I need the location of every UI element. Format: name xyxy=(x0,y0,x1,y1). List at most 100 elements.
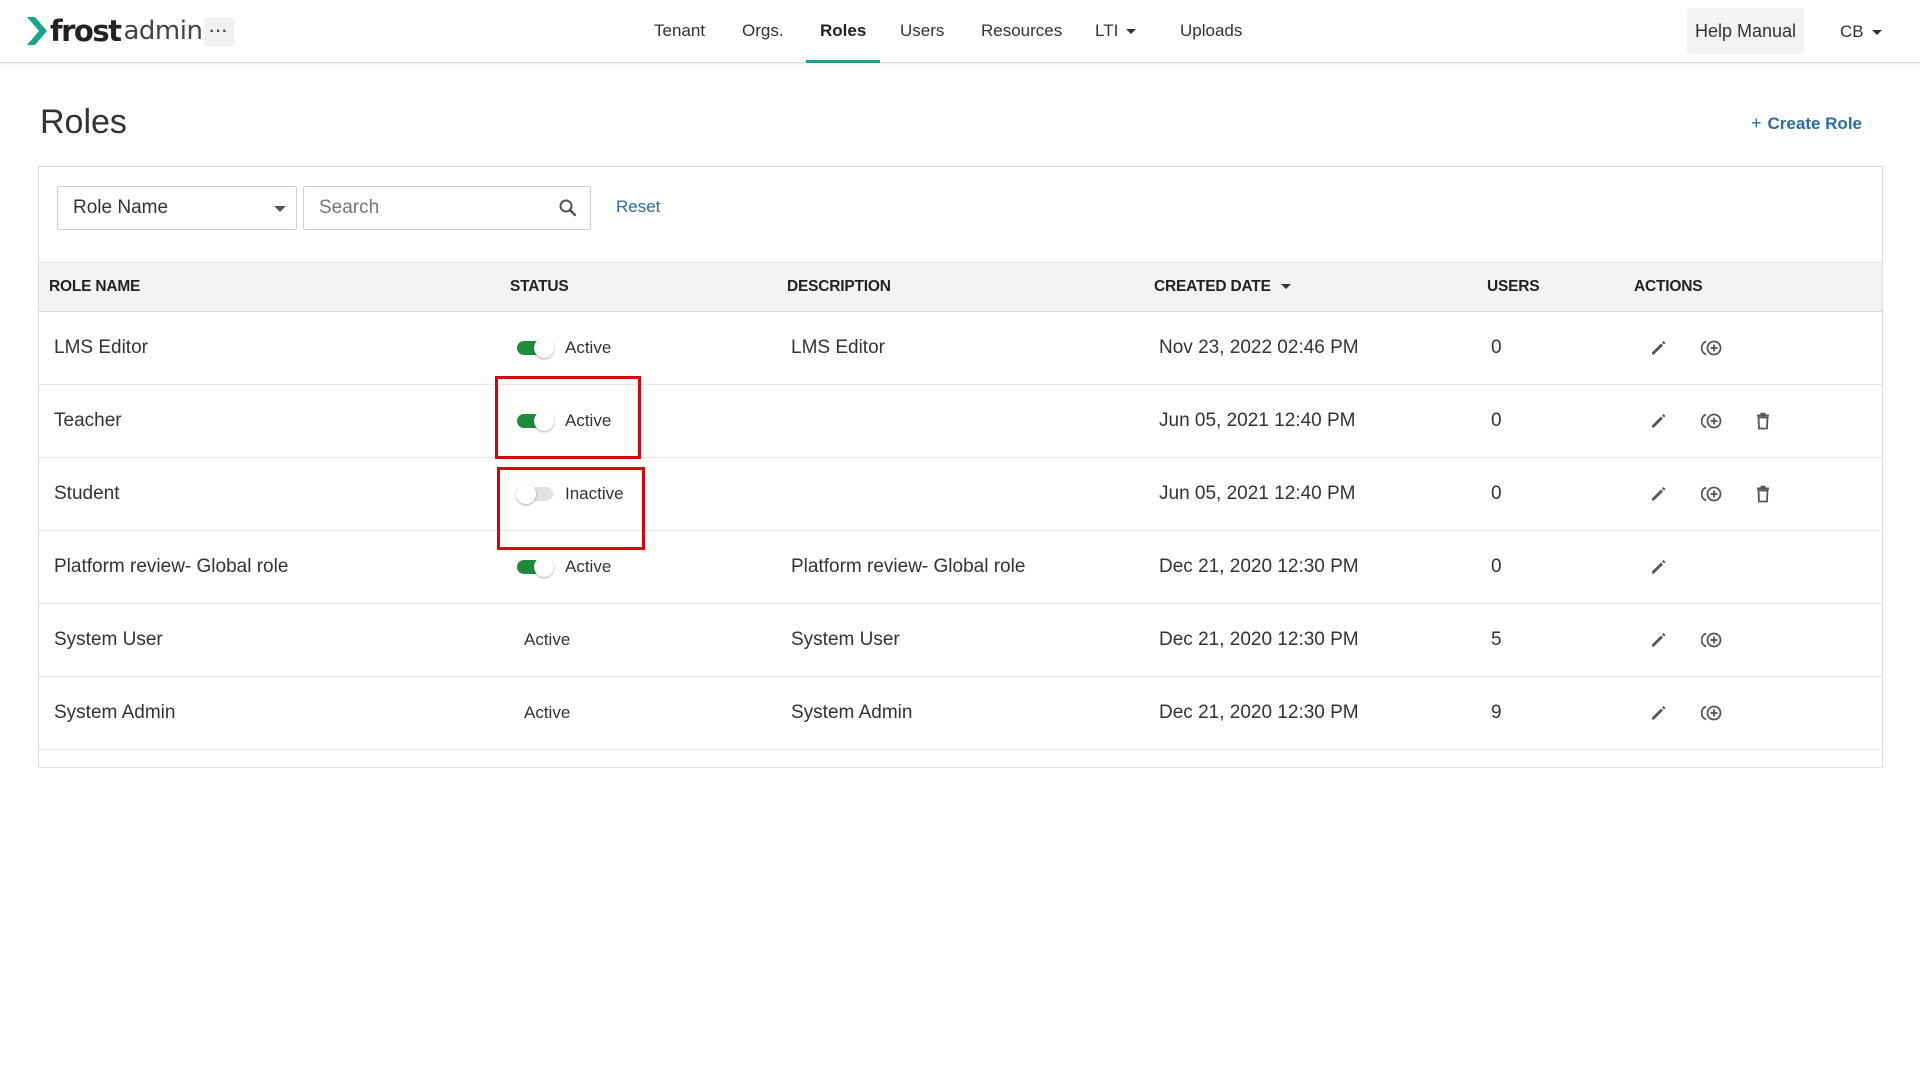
user-menu-button[interactable]: CB xyxy=(1840,0,1882,63)
col-users[interactable]: USERS xyxy=(1487,263,1540,311)
edit-button[interactable] xyxy=(1648,411,1668,431)
nav-lti[interactable]: LTI xyxy=(1081,0,1150,63)
duplicate-button[interactable] xyxy=(1701,703,1723,723)
role-name: LMS Editor xyxy=(54,337,148,358)
search-icon[interactable] xyxy=(558,198,578,218)
table-row: Student Inactive Jun 05, 2021 12:40 PM 0 xyxy=(39,458,1882,531)
caret-down-icon xyxy=(274,206,286,212)
edit-button[interactable] xyxy=(1648,338,1668,358)
copy-icon xyxy=(1701,630,1723,650)
col-created-date[interactable]: CREATED DATE xyxy=(1154,263,1291,311)
plus-icon: + xyxy=(1751,113,1762,133)
top-navbar: frost admin ··· Tenant Orgs. Roles Users… xyxy=(0,0,1920,63)
pencil-icon xyxy=(1649,485,1667,503)
user-initials: CB xyxy=(1840,22,1864,41)
toggle-knob xyxy=(534,411,554,431)
copy-icon xyxy=(1701,703,1723,723)
edit-button[interactable] xyxy=(1648,557,1668,577)
edit-button[interactable] xyxy=(1648,484,1668,504)
nav-tenant-label: Tenant xyxy=(654,21,706,40)
duplicate-button[interactable] xyxy=(1701,411,1723,431)
created-date: Jun 05, 2021 12:40 PM xyxy=(1159,410,1356,431)
user-count: 0 xyxy=(1491,556,1502,577)
status-cell: Inactive xyxy=(516,458,624,530)
table-row: Teacher Active Jun 05, 2021 12:40 PM 0 xyxy=(39,385,1882,458)
created-date: Dec 21, 2020 12:30 PM xyxy=(1159,556,1359,577)
created-date: Dec 21, 2020 12:30 PM xyxy=(1159,702,1359,723)
nav-roles-label: Roles xyxy=(820,21,867,40)
duplicate-button[interactable] xyxy=(1701,484,1723,504)
create-role-button[interactable]: + Create Role xyxy=(1751,113,1862,134)
nav-uploads-label: Uploads xyxy=(1180,21,1243,40)
table-row: LMS Editor Active LMS Editor Nov 23, 2022 0… xyxy=(39,312,1882,385)
trash-icon xyxy=(1755,485,1771,503)
user-count: 9 xyxy=(1491,702,1502,723)
delete-button[interactable] xyxy=(1753,484,1773,504)
pencil-icon xyxy=(1649,631,1667,649)
copy-icon xyxy=(1701,338,1723,358)
user-count: 0 xyxy=(1491,410,1502,431)
create-role-label: Create Role xyxy=(1767,114,1862,133)
duplicate-button[interactable] xyxy=(1701,630,1723,650)
status-text: Active xyxy=(565,557,612,576)
role-description: System User xyxy=(791,629,900,650)
status-toggle[interactable] xyxy=(517,338,554,358)
col-role-name[interactable]: ROLE NAME xyxy=(49,263,140,311)
reset-link[interactable]: Reset xyxy=(616,197,660,217)
trash-icon xyxy=(1755,412,1771,430)
toggle-knob xyxy=(534,557,554,577)
status-text: Active xyxy=(565,338,612,357)
table-row: System User Active System User Dec 21, 2020… xyxy=(39,604,1882,677)
toggle-knob xyxy=(516,484,536,504)
nav-uploads[interactable]: Uploads xyxy=(1166,0,1256,63)
copy-icon xyxy=(1701,411,1723,431)
edit-button[interactable] xyxy=(1648,630,1668,650)
edit-button[interactable] xyxy=(1648,703,1668,723)
user-count: 5 xyxy=(1491,629,1502,650)
delete-button[interactable] xyxy=(1753,411,1773,431)
status-toggle[interactable] xyxy=(516,484,553,504)
role-description: Platform review- Global role xyxy=(791,556,1026,577)
created-date: Nov 23, 2022 02:46 PM xyxy=(1159,337,1359,358)
col-description[interactable]: DESCRIPTION xyxy=(787,263,891,311)
copy-icon xyxy=(1701,484,1723,504)
nav-tenant[interactable]: Tenant xyxy=(640,0,719,63)
caret-down-icon xyxy=(1871,30,1882,36)
nav-orgs-label: Orgs. xyxy=(742,21,784,40)
search-input[interactable]: Search xyxy=(303,186,591,230)
role-name: Teacher xyxy=(54,410,122,431)
pencil-icon xyxy=(1649,558,1667,576)
user-count: 0 xyxy=(1491,337,1502,358)
status-toggle[interactable] xyxy=(517,411,554,431)
table-row: System Admin Active System Admin Dec 21, 20… xyxy=(39,677,1882,750)
nav-users[interactable]: Users xyxy=(886,0,958,63)
main-nav: Tenant Orgs. Roles Users Resources LTI U… xyxy=(0,0,1920,63)
nav-resources[interactable]: Resources xyxy=(967,0,1076,63)
nav-orgs[interactable]: Orgs. xyxy=(728,0,798,63)
role-description: LMS Editor xyxy=(791,337,885,358)
nav-lti-label: LTI xyxy=(1095,21,1119,40)
role-description: System Admin xyxy=(791,702,913,723)
roles-card: Role Name Search Reset ROLE NAME STATUS … xyxy=(38,166,1883,768)
nav-roles[interactable]: Roles xyxy=(806,0,881,63)
user-count: 0 xyxy=(1491,483,1502,504)
nav-users-label: Users xyxy=(900,21,945,40)
sort-desc-icon xyxy=(1280,284,1291,290)
duplicate-button[interactable] xyxy=(1701,338,1723,358)
status-text: Active xyxy=(524,630,571,649)
role-name: System Admin xyxy=(54,702,176,723)
role-name: Platform review- Global role xyxy=(54,556,289,577)
pencil-icon xyxy=(1649,339,1667,357)
nav-resources-label: Resources xyxy=(981,21,1063,40)
pencil-icon xyxy=(1649,704,1667,722)
col-status[interactable]: STATUS xyxy=(510,263,569,311)
created-date: Dec 21, 2020 12:30 PM xyxy=(1159,629,1359,650)
help-manual-button[interactable]: Help Manual xyxy=(1687,8,1804,54)
caret-down-icon xyxy=(1126,29,1137,35)
filter-field-value: Role Name xyxy=(73,197,169,218)
status-toggle[interactable] xyxy=(517,557,554,577)
status-text: Active xyxy=(565,411,612,430)
search-placeholder: Search xyxy=(319,197,380,218)
filter-field-select[interactable]: Role Name xyxy=(57,186,297,230)
status-cell: Active xyxy=(517,312,611,384)
